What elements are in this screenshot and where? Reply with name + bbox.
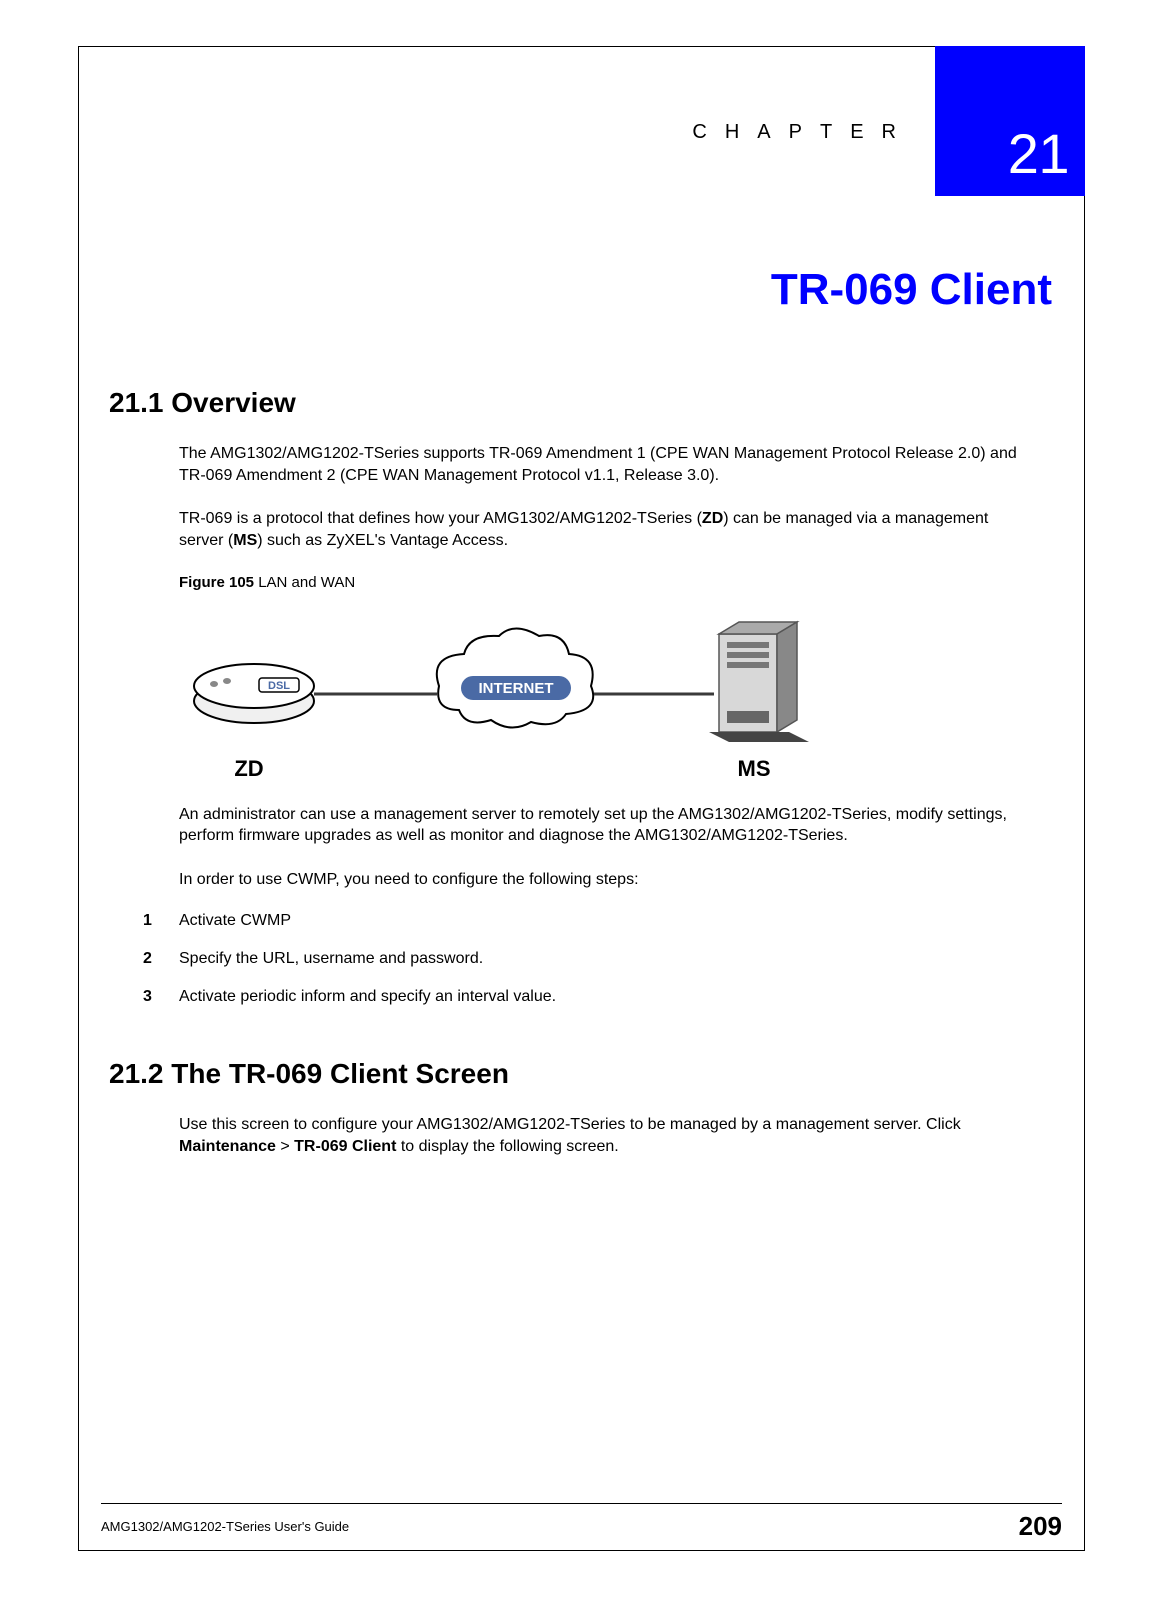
chapter-number: 21 xyxy=(1008,121,1069,186)
para2-pre: TR-069 is a protocol that defines how yo… xyxy=(179,510,702,527)
page-footer: AMG1302/AMG1202-TSeries User's Guide 209 xyxy=(79,1511,1084,1542)
dsl-label: DSL xyxy=(268,680,290,692)
chapter-number-box: 21 xyxy=(935,46,1085,196)
para-overview-3: An administrator can use a management se… xyxy=(179,804,1032,847)
page-frame: CHAPTER 21 TR-069 Client 21.1 Overview T… xyxy=(78,46,1085,1551)
chapter-title: TR-069 Client xyxy=(79,265,1052,315)
cwmp-steps: 1 Activate CWMP 2 Specify the URL, usern… xyxy=(143,912,1032,1006)
s2-mid: > xyxy=(276,1138,294,1155)
para-overview-4: In order to use CWMP, you need to config… xyxy=(179,869,1032,891)
step-1-num: 1 xyxy=(143,912,179,930)
para2-post: ) such as ZyXEL's Vantage Access. xyxy=(257,532,508,549)
step-3: 3 Activate periodic inform and specify a… xyxy=(143,988,1032,1006)
step-1: 1 Activate CWMP xyxy=(143,912,1032,930)
chapter-label: CHAPTER xyxy=(692,121,914,144)
para-overview-2: TR-069 is a protocol that defines how yo… xyxy=(179,508,1032,551)
figure-caption-text: LAN and WAN xyxy=(254,574,355,591)
para-overview-1: The AMG1302/AMG1202-TSeries supports TR-… xyxy=(179,443,1032,486)
step-2-text: Specify the URL, username and password. xyxy=(179,950,483,968)
section-21-1-heading: 21.1 Overview xyxy=(109,387,1084,419)
para-screen-1: Use this screen to configure your AMG130… xyxy=(179,1114,1032,1157)
para2-zd: ZD xyxy=(702,510,723,527)
diagram-labels: ZD MS xyxy=(179,756,819,782)
internet-cloud-icon: INTERNET xyxy=(437,628,593,727)
footer-guide-name: AMG1302/AMG1202-TSeries User's Guide xyxy=(101,1519,1019,1534)
figure-label: Figure 105 xyxy=(179,574,254,591)
section-21-1-body2: An administrator can use a management se… xyxy=(179,804,1032,891)
step-1-text: Activate CWMP xyxy=(179,912,291,930)
footer-page-number: 209 xyxy=(1019,1511,1062,1542)
section-21-2-body: Use this screen to configure your AMG130… xyxy=(179,1114,1032,1157)
step-3-num: 3 xyxy=(143,988,179,1006)
s2-pre: Use this screen to configure your AMG130… xyxy=(179,1116,961,1133)
step-2: 2 Specify the URL, username and password… xyxy=(143,950,1032,968)
server-icon xyxy=(709,622,809,742)
figure-caption: Figure 105 LAN and WAN xyxy=(179,573,1032,593)
para2-ms: MS xyxy=(233,532,257,549)
internet-label: INTERNET xyxy=(479,680,554,697)
zd-label: ZD xyxy=(179,756,319,782)
s2-b1: Maintenance xyxy=(179,1138,276,1155)
router-icon: DSL xyxy=(194,664,314,723)
s2-post: to display the following screen. xyxy=(396,1138,618,1155)
ms-label: MS xyxy=(689,756,819,782)
section-21-1-body: The AMG1302/AMG1202-TSeries supports TR-… xyxy=(179,443,1032,594)
step-2-num: 2 xyxy=(143,950,179,968)
section-21-2-heading: 21.2 The TR-069 Client Screen xyxy=(109,1058,1084,1090)
s2-b2: TR-069 Client xyxy=(294,1138,396,1155)
step-3-text: Activate periodic inform and specify an … xyxy=(179,988,556,1006)
lan-wan-diagram: DSL INTERNET xyxy=(179,616,1084,746)
